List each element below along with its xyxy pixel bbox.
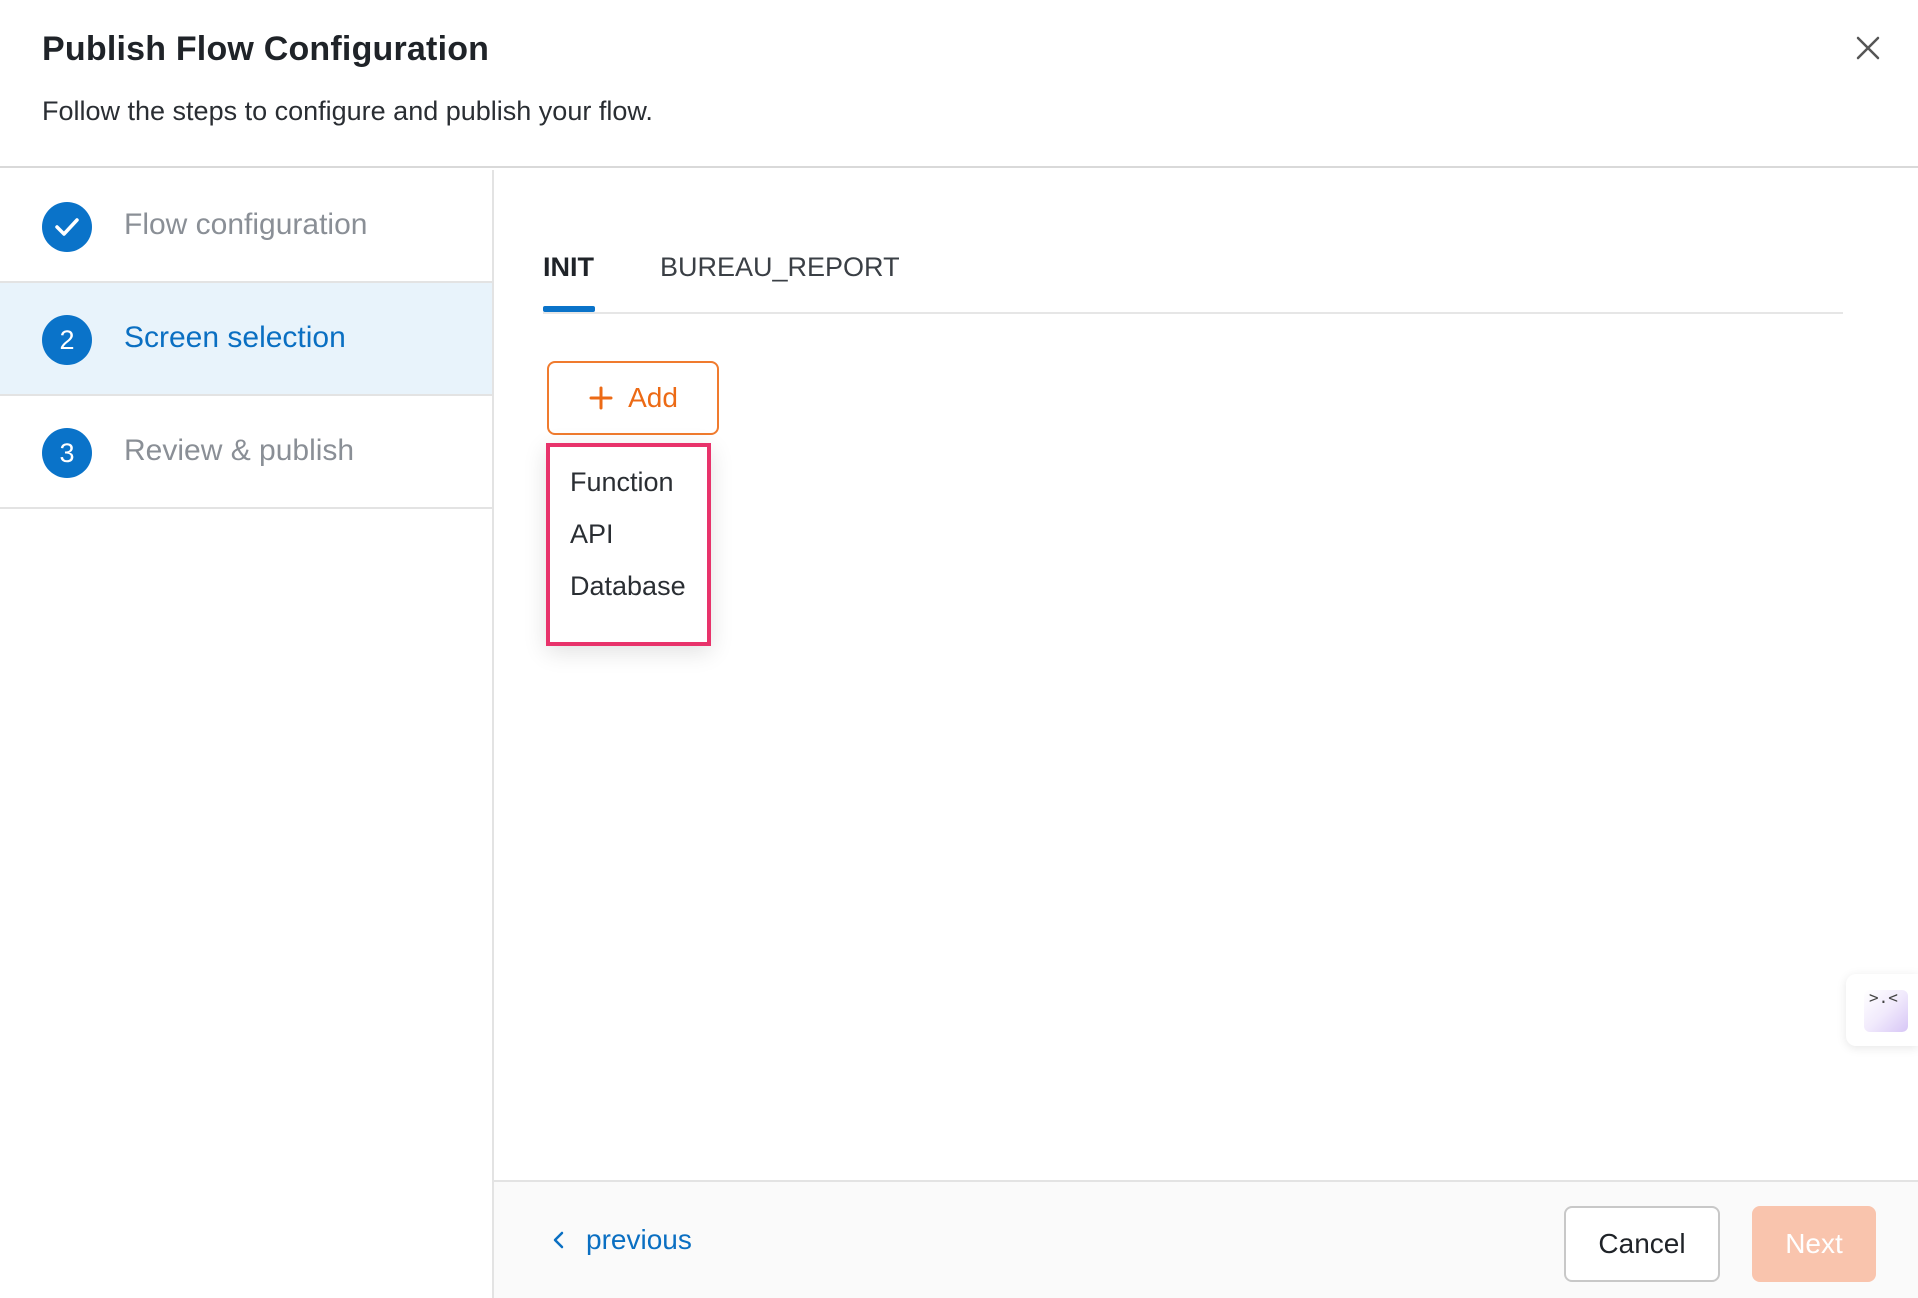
previous-button[interactable]: previous	[548, 1224, 692, 1256]
add-button-label: Add	[628, 382, 678, 413]
step-label: Flow configuration	[124, 208, 368, 241]
add-dropdown-menu: Function API Database	[546, 443, 711, 646]
active-tab-indicator	[543, 306, 595, 312]
assistant-glyph: >.<	[1869, 988, 1898, 1007]
close-button[interactable]	[1848, 28, 1888, 68]
stepper-sidebar: Flow configuration 2 Screen selection 3 …	[0, 170, 494, 1298]
assistant-widget[interactable]: >.<	[1846, 974, 1918, 1046]
dialog-footer: previous Cancel Next	[494, 1180, 1918, 1298]
previous-label: previous	[586, 1224, 692, 1255]
step-screen-selection[interactable]: 2 Screen selection	[0, 283, 492, 396]
cancel-button[interactable]: Cancel	[1564, 1206, 1720, 1282]
next-button[interactable]: Next	[1752, 1206, 1876, 1282]
step-completed-badge	[42, 202, 92, 252]
dialog-header: Publish Flow Configuration Follow the st…	[0, 0, 1918, 168]
dialog-title: Publish Flow Configuration	[42, 30, 490, 68]
plus-icon	[589, 386, 613, 410]
close-icon	[1856, 36, 1880, 60]
step-label: Screen selection	[124, 321, 346, 354]
step-number-badge: 3	[42, 428, 92, 478]
chevron-left-icon	[553, 1231, 564, 1249]
menu-item-database[interactable]: Database	[570, 571, 686, 602]
step-review-publish[interactable]: 3 Review & publish	[0, 396, 492, 509]
add-button[interactable]: Add	[547, 361, 719, 435]
screen-tabs: INIT BUREAU_REPORT	[543, 240, 1843, 314]
menu-item-function[interactable]: Function	[570, 467, 674, 498]
step-number-badge: 2	[42, 315, 92, 365]
dialog-subtitle: Follow the steps to configure and publis…	[42, 96, 653, 126]
tab-bureau-report[interactable]: BUREAU_REPORT	[660, 252, 900, 283]
step-label: Review & publish	[124, 434, 355, 467]
menu-item-api[interactable]: API	[570, 519, 614, 550]
checkmark-icon	[55, 218, 79, 236]
tab-init[interactable]: INIT	[543, 252, 594, 283]
step-flow-configuration[interactable]: Flow configuration	[0, 170, 492, 283]
